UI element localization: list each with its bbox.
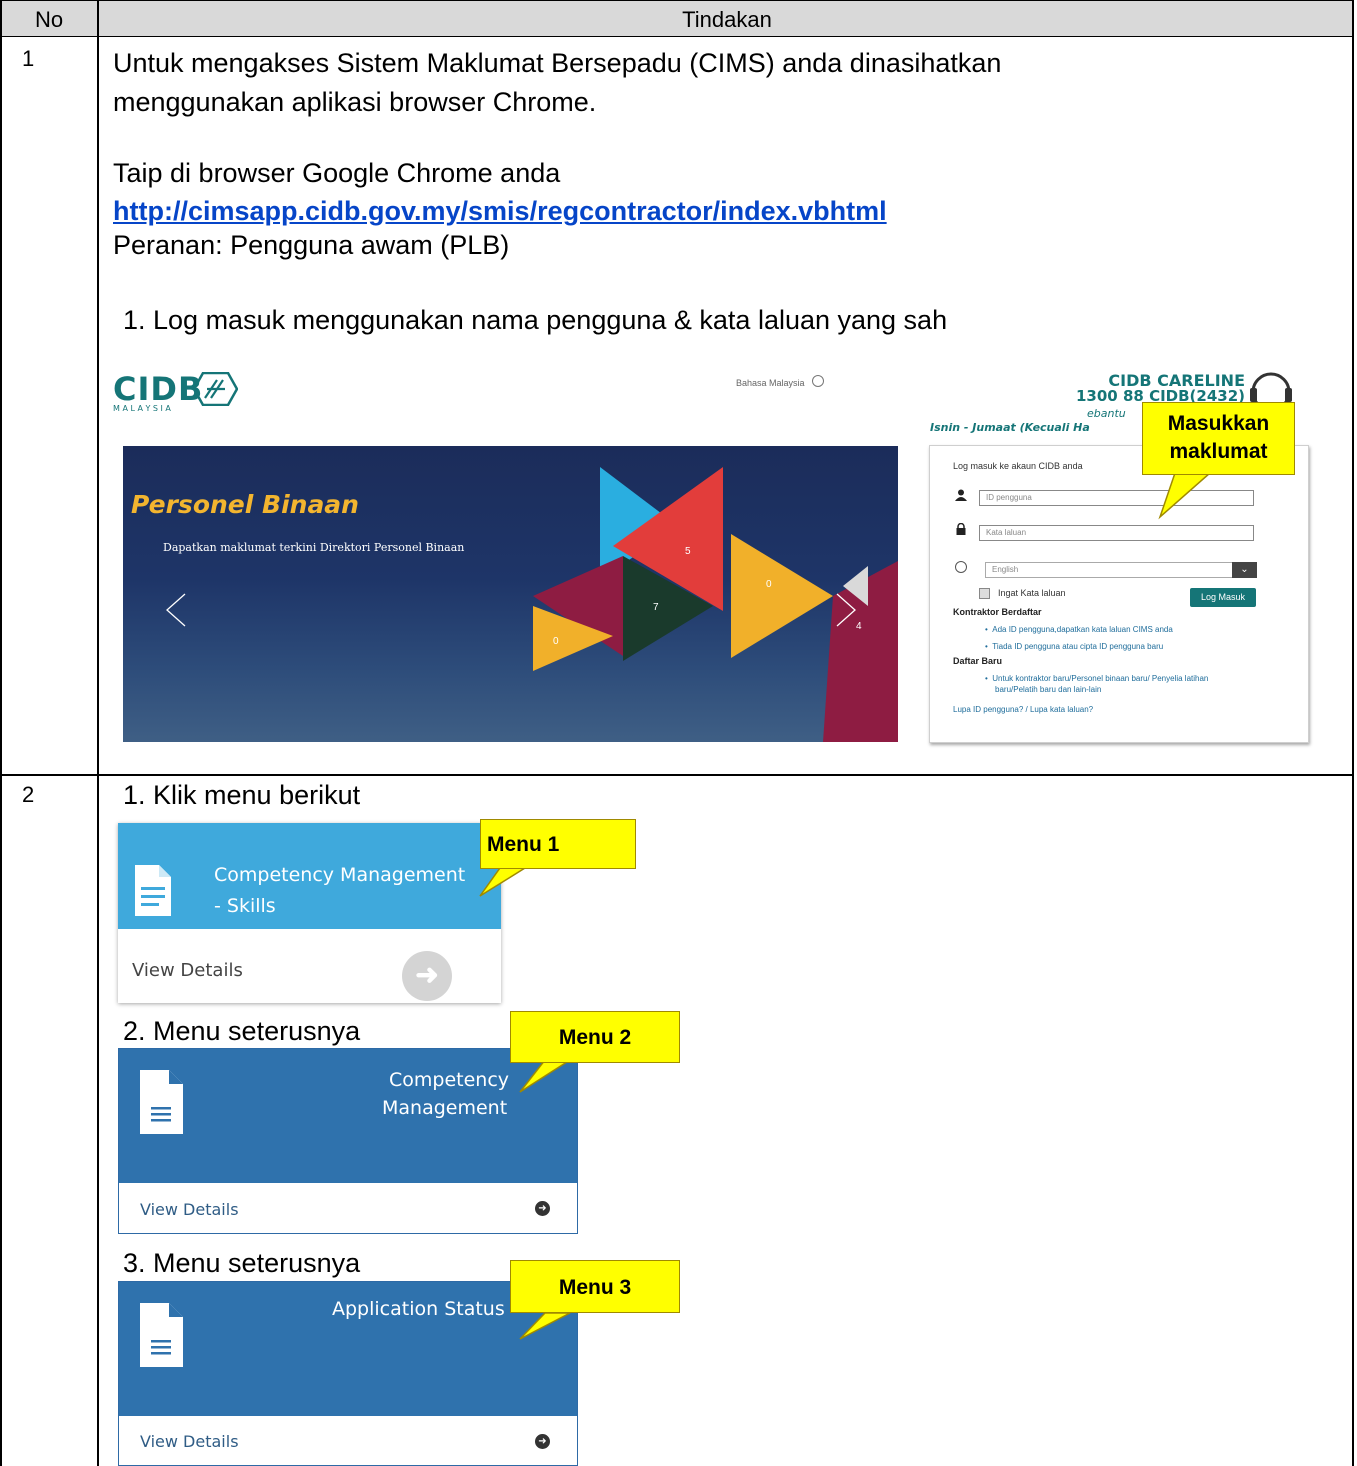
step-next-menu-3: 3. Menu seterusnya (123, 1248, 361, 1278)
language-link-label: Bahasa Malaysia (736, 378, 805, 388)
language-link[interactable]: Bahasa Malaysia (736, 375, 825, 388)
menu2-card[interactable]: Competency Management View Details ➜ (118, 1048, 578, 1234)
callout-line-1: Masukkan (1167, 412, 1270, 435)
row-divider (0, 774, 1354, 776)
cidb-emblem-icon (193, 372, 238, 406)
banner-carousel: Personel Binaan Dapatkan maklumat terkin… (123, 446, 898, 742)
intro-line-1: Untuk mengakses Sistem Maklumat Bersepad… (113, 48, 1002, 78)
callout-enter-info: Masukkan maklumat (1142, 402, 1295, 475)
menu3-view-details[interactable]: View Details (140, 1432, 239, 1451)
arrow-right-icon[interactable]: ➜ (402, 951, 452, 1001)
section-new: Daftar Baru (953, 656, 1003, 666)
chevron-down-icon[interactable]: ⌄ (1232, 562, 1257, 578)
callout-line-2: maklumat (1169, 440, 1268, 463)
careline-hours: Isnin - Jumaat (Kecuali Ha (930, 421, 1090, 434)
banner-subtitle: Dapatkan maklumat terkini Direktori Pers… (163, 541, 465, 554)
menu1-card[interactable]: Competency Management - Skills View Deta… (118, 823, 501, 1003)
user-icon (955, 489, 967, 501)
intro-line-2: menggunakan aplikasi browser Chrome. (113, 87, 597, 117)
menu1-title-2: - Skills (214, 895, 276, 917)
cidb-logo-text: CIDB (113, 370, 204, 408)
document-icon (135, 865, 171, 916)
menu3-card[interactable]: Application Status View Details ➜ (118, 1281, 578, 1466)
step-login: 1. Log masuk menggunakan nama pengguna &… (123, 305, 948, 335)
table-border-left (0, 0, 2, 1466)
link-no-id[interactable]: • Tiada ID pengguna atau cipta ID penggu… (985, 642, 1163, 651)
globe-icon (812, 375, 825, 387)
globe-icon (955, 561, 967, 573)
remember-checkbox[interactable] (979, 588, 990, 599)
callout-menu2: Menu 2 (510, 1011, 680, 1063)
callout-menu3: Menu 3 (510, 1260, 680, 1313)
menu1-view-details[interactable]: View Details (132, 960, 243, 981)
section-registered: Kontraktor Berdaftar (953, 607, 1042, 617)
banner-number-0b: 0 (553, 636, 559, 647)
banner-number-7: 7 (653, 602, 659, 613)
row-number-2: 2 (22, 782, 35, 807)
banner-title: Personel Binaan (131, 490, 359, 519)
header-action: Tindakan (682, 7, 772, 32)
menu2-title-2: Management (382, 1097, 508, 1119)
cims-url-link[interactable]: http://cimsapp.cidb.gov.my/smis/regcontr… (113, 193, 887, 229)
link-new-label-1: Untuk kontraktor baru/Personel binaan ba… (992, 674, 1209, 683)
cidb-logo: CIDB M A L A Y S I A (113, 370, 238, 413)
type-instruction: Taip di browser Google Chrome anda (113, 158, 561, 188)
menu2-view-details[interactable]: View Details (140, 1200, 239, 1219)
login-heading: Log masuk ke akaun CIDB anda (953, 461, 1083, 471)
document-icon (140, 1303, 183, 1367)
login-button[interactable]: Log Masuk (1190, 588, 1256, 607)
lock-icon (956, 523, 966, 535)
header-no: No (34, 7, 64, 32)
step-next-menu-2: 2. Menu seterusnya (123, 1016, 361, 1046)
arrow-right-icon[interactable]: ➜ (535, 1201, 550, 1216)
table-header: No Tindakan (0, 0, 1354, 37)
forgot-link[interactable]: Lupa ID pengguna? / Lupa kata laluan? (953, 705, 1093, 714)
link-have-id-label: Ada ID pengguna,dapatkan kata laluan CIM… (992, 625, 1173, 634)
row-number-1: 1 (22, 46, 35, 71)
link-have-id[interactable]: • Ada ID pengguna,dapatkan kata laluan C… (985, 625, 1173, 634)
password-input[interactable]: Kata laluan (979, 525, 1254, 541)
table-border-right (1352, 0, 1354, 1466)
menu3-title: Application Status (332, 1298, 505, 1320)
link-no-id-label: Tiada ID pengguna atau cipta ID pengguna… (992, 642, 1164, 651)
link-new-register[interactable]: • Untuk kontraktor baru/Personel binaan … (985, 674, 1208, 683)
language-select[interactable]: English (985, 562, 1257, 578)
link-new-label-2[interactable]: baru/Pelatih baru dan lain-lain (995, 685, 1101, 694)
remember-label: Ingat Kata laluan (998, 588, 1066, 598)
banner-number-5: 5 (685, 546, 691, 557)
carousel-next-icon[interactable] (835, 592, 859, 628)
callout-menu1: Menu 1 (480, 819, 636, 869)
document-icon (140, 1070, 183, 1134)
menu1-title-1: Competency Management (214, 864, 466, 886)
arrow-right-icon[interactable]: ➜ (535, 1434, 550, 1449)
role-text: Peranan: Pengguna awam (PLB) (113, 230, 510, 260)
table-column-divider (97, 0, 99, 1466)
carousel-prev-icon[interactable] (163, 592, 187, 628)
step-click-menu: 1. Klik menu berikut (123, 780, 361, 810)
menu2-title-1: Competency (389, 1069, 510, 1091)
banner-number-0a: 0 (766, 579, 772, 590)
